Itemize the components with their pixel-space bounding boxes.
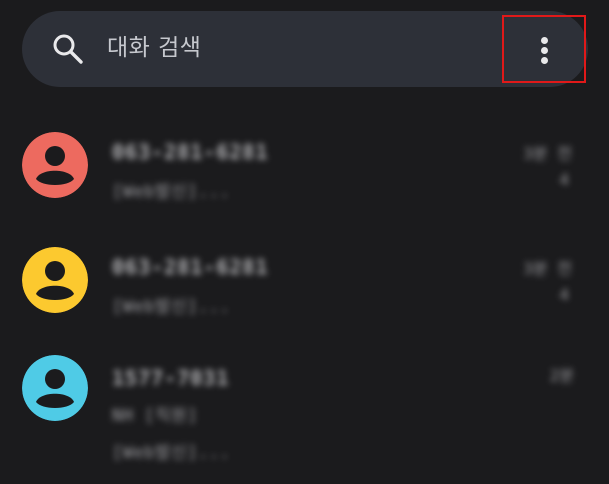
message-time: 3분 전 [523, 259, 572, 278]
message-preview: [Web발신]... [112, 297, 231, 317]
messages-screen: 대화 검색 063-281-6281 [Web발신]... 3분 전 4 063… [0, 0, 609, 484]
avatar [22, 247, 88, 313]
search-placeholder[interactable]: 대화 검색 [107, 31, 201, 65]
message-preview: NH [직원] [112, 406, 198, 426]
more-vert-icon [541, 37, 549, 65]
person-icon [22, 247, 88, 313]
more-options-button[interactable] [502, 15, 586, 83]
message-time: 2분 [549, 366, 574, 385]
contact-name: 063-281-6281 [112, 255, 269, 279]
message-count: 4 [559, 170, 569, 189]
person-icon [22, 132, 88, 198]
person-icon [22, 355, 88, 421]
contact-name: 063-281-6281 [112, 140, 269, 164]
conversation-item[interactable]: 063-281-6281 [Web발신]... 3분 전 4 [0, 120, 609, 230]
conversation-item[interactable]: 063-281-6281 [Web발신]... 3분 전 4 [0, 235, 609, 345]
message-time: 3분 전 [523, 144, 572, 163]
avatar [22, 132, 88, 198]
search-icon[interactable] [51, 32, 85, 66]
message-preview: [Web발신]... [112, 182, 231, 202]
message-preview-line2: [Web발신]... [112, 443, 231, 463]
contact-name: 1577-7031 [112, 366, 230, 390]
avatar [22, 355, 88, 421]
message-count: 4 [559, 285, 569, 304]
conversation-item[interactable]: 1577-7031 NH [직원] [Web발신]... 2분 [0, 345, 609, 484]
